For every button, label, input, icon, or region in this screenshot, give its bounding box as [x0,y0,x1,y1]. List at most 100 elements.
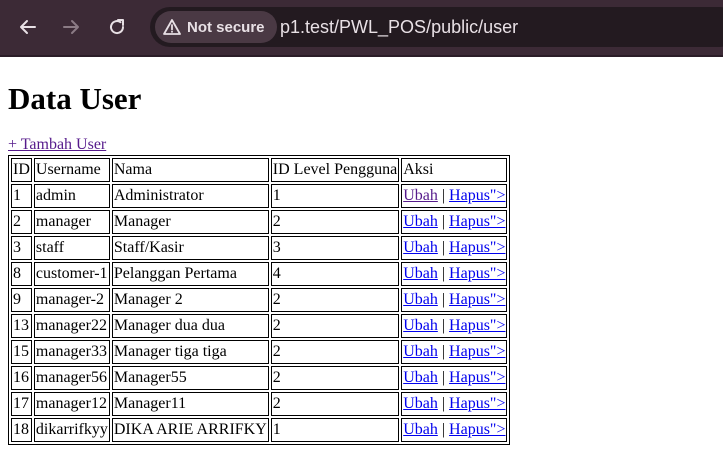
table-row: 9 manager-2 Manager 2 2 Ubah | Hapus"> [11,288,508,312]
table-row: 15 manager33 Manager tiga tiga 2 Ubah | Hapu… [11,340,508,364]
cell-username: staff [33,236,110,260]
back-arrow-icon [20,20,36,34]
delete-link[interactable]: Hapus"> [449,421,505,438]
users-table: ID Username Nama ID Level Pengguna Aksi … [8,155,511,445]
page-title: Data User [8,81,142,116]
edit-link[interactable]: Ubah [403,291,438,308]
delete-link[interactable]: Hapus"> [449,317,505,334]
cell-nama: Manager 2 [111,288,269,312]
cell-aksi: Ubah | Hapus"> [401,314,508,338]
delete-link[interactable]: Hapus"> [449,395,505,412]
reload-button[interactable] [101,11,133,43]
back-button[interactable] [12,11,44,43]
cell-id: 1 [11,184,32,208]
action-separator: | [441,239,446,256]
cell-level: 2 [270,366,400,390]
cell-id: 2 [11,210,32,234]
edit-link[interactable]: Ubah [403,187,438,204]
cell-aksi: Ubah | Hapus"> [401,236,508,260]
edit-link[interactable]: Ubah [403,369,438,386]
warning-icon [163,19,181,35]
action-separator: | [441,369,446,386]
table-row: 13 manager22 Manager dua dua 2 Ubah | Hapus"… [11,314,508,338]
security-label: Not secure [187,18,265,36]
delete-link[interactable]: Hapus"> [449,213,505,230]
edit-link[interactable]: Ubah [403,421,438,438]
url-text[interactable]: p1.test/PWL_POS/public/user [280,16,518,38]
forward-arrow-icon [63,20,79,34]
cell-id: 9 [11,288,32,312]
edit-link[interactable]: Ubah [403,239,438,256]
cell-nama: Pelanggan Pertama [111,262,269,286]
action-separator: | [441,317,446,334]
cell-username: manager12 [33,392,110,416]
table-row: 3 staff Staff/Kasir 3 Ubah | Hapus"> [11,236,508,260]
delete-link[interactable]: Hapus"> [449,265,505,282]
table-row: 8 customer-1 Pelanggan Pertama 4 Ubah | Hapu… [11,262,508,286]
header-nama: Nama [111,158,269,182]
edit-link[interactable]: Ubah [403,265,438,282]
cell-level: 4 [270,262,400,286]
cell-username: manager22 [33,314,110,338]
action-separator: | [441,187,446,204]
table-row: 1 admin Administrator 1 Ubah | Hapus"> [11,184,508,208]
cell-id: 3 [11,236,32,260]
cell-nama: DIKA ARIE ARRIFKY [111,418,269,442]
action-separator: | [441,213,446,230]
cell-username: manager-2 [33,288,110,312]
cell-level: 2 [270,340,400,364]
cell-nama: Manager11 [111,392,269,416]
table-row: 18 dikarrifkyy DIKA ARIE ARRIFKY 1 Ubah | Ha… [11,418,508,442]
cell-nama: Manager [111,210,269,234]
cell-aksi: Ubah | Hapus"> [401,340,508,364]
cell-level: 2 [270,288,400,312]
cell-aksi: Ubah | Hapus"> [401,210,508,234]
security-chip[interactable]: Not secure [155,11,277,43]
forward-button[interactable] [55,11,87,43]
action-separator: | [441,291,446,308]
delete-link[interactable]: Hapus"> [449,239,505,256]
cell-aksi: Ubah | Hapus"> [401,288,508,312]
action-separator: | [441,421,446,438]
cell-nama: Administrator [111,184,269,208]
cell-nama: Staff/Kasir [111,236,269,260]
action-separator: | [441,265,446,282]
cell-level: 2 [270,392,400,416]
edit-link[interactable]: Ubah [403,317,438,334]
cell-aksi: Ubah | Hapus"> [401,366,508,390]
header-id: ID [11,158,32,182]
table-header-row: ID Username Nama ID Level Pengguna Aksi [11,158,508,182]
action-separator: | [441,395,446,412]
table-body: 1 admin Administrator 1 Ubah | Hapus"> 2 manag… [11,184,508,442]
toolbar-divider [0,55,723,57]
cell-username: manager56 [33,366,110,390]
cell-level: 2 [270,314,400,338]
cell-nama: Manager tiga tiga [111,340,269,364]
cell-aksi: Ubah | Hapus"> [401,418,508,442]
delete-link[interactable]: Hapus"> [449,187,505,204]
action-separator: | [441,343,446,360]
cell-id: 18 [11,418,32,442]
cell-username: admin [33,184,110,208]
delete-link[interactable]: Hapus"> [449,343,505,360]
delete-link[interactable]: Hapus"> [449,291,505,308]
header-username: Username [33,158,110,182]
delete-link[interactable]: Hapus"> [449,369,505,386]
cell-level: 1 [270,418,400,442]
edit-link[interactable]: Ubah [403,395,438,412]
cell-username: dikarrifkyy [33,418,110,442]
cell-id: 13 [11,314,32,338]
cell-level: 3 [270,236,400,260]
header-level: ID Level Pengguna [270,158,400,182]
add-user-link[interactable]: + Tambah User [8,136,106,154]
edit-link[interactable]: Ubah [403,343,438,360]
cell-aksi: Ubah | Hapus"> [401,184,508,208]
cell-nama: Manager55 [111,366,269,390]
cell-id: 16 [11,366,32,390]
cell-aksi: Ubah | Hapus"> [401,262,508,286]
table-row: 2 manager Manager 2 Ubah | Hapus"> [11,210,508,234]
cell-id: 17 [11,392,32,416]
cell-id: 8 [11,262,32,286]
table-row: 16 manager56 Manager55 2 Ubah | Hapus"> [11,366,508,390]
edit-link[interactable]: Ubah [403,213,438,230]
